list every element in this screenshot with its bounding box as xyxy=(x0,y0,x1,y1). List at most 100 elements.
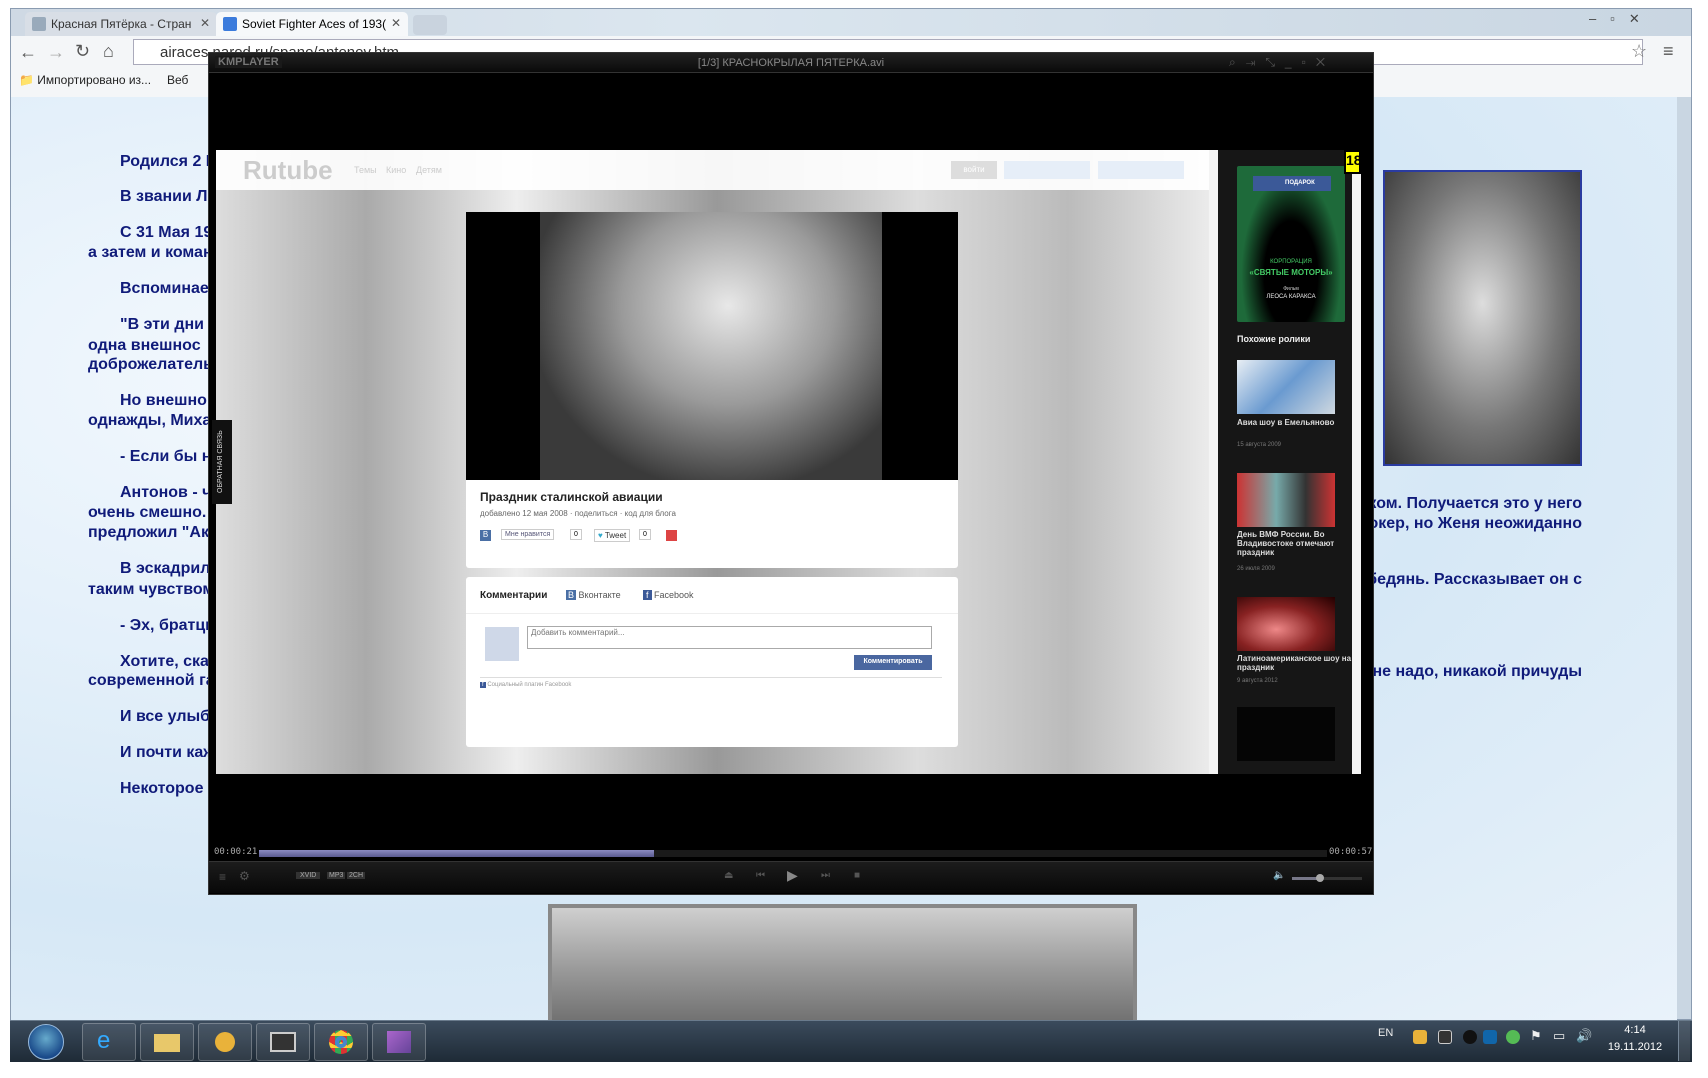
taskbar-chrome[interactable] xyxy=(314,1023,368,1061)
video-player[interactable] xyxy=(466,212,958,480)
taskbar-monitor-app[interactable] xyxy=(256,1023,310,1061)
action-center-flag-icon[interactable]: ⚑ xyxy=(1530,1028,1542,1044)
taskbar-app-key[interactable] xyxy=(198,1023,252,1061)
google-plus-icon[interactable] xyxy=(666,530,677,541)
start-button[interactable] xyxy=(28,1024,64,1060)
article-text-line: а затем и коман xyxy=(88,244,213,261)
comment-submit-button[interactable]: Комментировать xyxy=(854,655,932,670)
nav-kids[interactable]: Детям xyxy=(416,165,442,175)
next-icon[interactable]: ⏭ xyxy=(821,870,830,881)
article-text-line: Родился 2 I xyxy=(120,153,211,170)
player-window-controls[interactable]: ⌕⇥⤡_▫✕ xyxy=(1229,55,1335,70)
article-text-line: предложил "Ак xyxy=(88,524,209,541)
settings-gear-icon[interactable]: ⚙ xyxy=(239,869,250,883)
new-tab-button[interactable] xyxy=(413,15,447,35)
related-date: 15 августа 2009 xyxy=(1237,442,1282,448)
tray-app-icon[interactable] xyxy=(1413,1030,1427,1044)
article-text-line: окер, но Женя неожиданно xyxy=(1368,515,1583,532)
tweet-label: Tweet xyxy=(604,531,627,540)
related-thumb[interactable] xyxy=(1237,597,1335,651)
related-title[interactable]: Латиноамериканское шоу на праздник xyxy=(1237,654,1352,672)
embed-code-link[interactable]: код для блога xyxy=(625,509,676,518)
share-link[interactable]: поделиться xyxy=(575,509,618,518)
taskbar-explorer[interactable] xyxy=(140,1023,194,1061)
fb-like-button[interactable]: Мне нравится xyxy=(501,529,555,540)
tab-label: Facebook xyxy=(654,590,694,600)
related-title[interactable]: День ВМФ России. Во Владивостоке отмечаю… xyxy=(1237,530,1347,557)
nav-movies[interactable]: Кино xyxy=(386,165,406,175)
google-favicon xyxy=(223,17,237,31)
eject-icon[interactable]: ⏏ xyxy=(724,870,733,881)
play-icon[interactable]: ▶ xyxy=(787,867,798,884)
tab-krasnaya-pyaterka[interactable]: Красная Пятёрка - Стран ✕ xyxy=(25,12,217,36)
clock-time[interactable]: 4:14 xyxy=(1600,1024,1670,1036)
rutube-logo[interactable]: Rutube xyxy=(243,155,333,186)
tray-hash-icon[interactable] xyxy=(1463,1030,1477,1044)
comments-tab-facebook[interactable]: f Facebook xyxy=(643,590,694,600)
close-tab-icon[interactable]: ✕ xyxy=(391,16,401,30)
article-text-line: - Эх, братць xyxy=(120,617,216,634)
article-text-line: ком. Получается это у него xyxy=(1368,495,1582,512)
tray-green-icon[interactable] xyxy=(1506,1030,1520,1044)
volume-tray-icon[interactable]: 🔊 xyxy=(1576,1028,1592,1044)
volume-knob[interactable] xyxy=(1316,874,1324,882)
forward-icon[interactable]: → xyxy=(47,42,65,63)
taskbar-ie[interactable]: e xyxy=(82,1023,136,1061)
channels-badge: 2CH xyxy=(347,872,366,879)
tab-soviet-fighter-aces[interactable]: Soviet Fighter Aces of 193(✕ xyxy=(216,12,408,36)
article-text-line: В звании Л xyxy=(120,188,208,205)
playlist-icon[interactable]: ≡ xyxy=(219,870,226,884)
vk-login-button[interactable] xyxy=(1004,161,1090,179)
feedback-tab[interactable]: ОБРАТНАЯ СВЯЗЬ xyxy=(212,420,232,504)
seek-bar[interactable] xyxy=(259,850,1327,857)
article-text-line: С 31 Мая 19 xyxy=(120,224,213,241)
date-added: добавлено 12 мая 2008 xyxy=(480,509,568,518)
audio-codec-badge: MP3 xyxy=(327,872,346,879)
related-thumb[interactable] xyxy=(1237,473,1335,527)
window-controls[interactable]: –▫✕ xyxy=(1589,11,1654,27)
tweet-button[interactable]: ♥ Tweet xyxy=(594,529,631,542)
article-text-line: И все улыб xyxy=(120,708,211,725)
comments-card: Комментарии B Вконтакте f Facebook Комме… xyxy=(466,577,958,747)
tab-label: Вконтакте xyxy=(578,590,621,600)
fb-login-button[interactable] xyxy=(1098,161,1184,179)
bookmark-web[interactable]: Веб xyxy=(167,73,188,87)
show-desktop-button[interactable] xyxy=(1678,1021,1690,1061)
sidebar-scrollbar[interactable] xyxy=(1352,174,1361,774)
related-title[interactable]: Авиа шоу в Емельяново xyxy=(1237,418,1347,427)
bookmark-star-icon[interactable]: ☆ xyxy=(1631,41,1647,62)
comment-input[interactable] xyxy=(527,626,932,649)
home-icon[interactable]: ⌂ xyxy=(103,41,114,62)
menu-icon[interactable]: ≡ xyxy=(1663,41,1674,62)
rutube-scrollbar[interactable] xyxy=(1209,150,1218,774)
tray-3d-icon[interactable] xyxy=(1483,1030,1497,1044)
stop-icon[interactable]: ■ xyxy=(854,870,860,881)
player-title-bar[interactable]: KMPLAYER [1/3] КРАСНОКРЫЛАЯ ПЯТЕРКА.avi … xyxy=(209,53,1373,73)
ad-banner[interactable]: ПОДАРОК КОРПОРАЦИЯ «СВЯТЫЕ МОТОРЫ» Фильм… xyxy=(1237,166,1345,322)
volume-icon[interactable]: 🔈 xyxy=(1273,870,1285,881)
seek-progress xyxy=(259,850,655,857)
close-tab-icon[interactable]: ✕ xyxy=(200,16,210,30)
tray-monitor-icon[interactable] xyxy=(1438,1030,1452,1044)
ad-gift-badge: ПОДАРОК xyxy=(1253,176,1331,191)
related-thumb[interactable] xyxy=(1237,707,1335,761)
nav-themes[interactable]: Темы xyxy=(354,165,377,175)
time-total: 00:00:57 xyxy=(1329,847,1373,857)
comments-tab-vk[interactable]: B Вконтакте xyxy=(566,590,621,600)
taskbar-kmplayer[interactable] xyxy=(372,1023,426,1061)
clock-date[interactable]: 19.11.2012 xyxy=(1600,1041,1670,1053)
article-text-line: не надо, никакой причуды xyxy=(1372,663,1582,680)
bookmark-imported[interactable]: 📁 Импортировано из... xyxy=(19,73,151,87)
volume-slider[interactable] xyxy=(1292,874,1362,882)
network-icon[interactable]: ▭ xyxy=(1553,1028,1565,1044)
back-icon[interactable]: ← xyxy=(19,42,37,63)
language-indicator[interactable]: EN xyxy=(1378,1027,1393,1039)
previous-icon[interactable]: ⏮ xyxy=(756,870,765,881)
vk-share-icon[interactable]: B xyxy=(480,530,491,541)
article-text-line: одна внешнос xyxy=(88,337,201,354)
login-button[interactable]: войти xyxy=(951,161,997,179)
time-elapsed: 00:00:21 xyxy=(214,847,258,857)
related-thumb[interactable] xyxy=(1237,360,1335,414)
reload-icon[interactable]: ↻ xyxy=(75,41,90,62)
kmplayer-window: KMPLAYER [1/3] КРАСНОКРЫЛАЯ ПЯТЕРКА.avi … xyxy=(208,52,1374,895)
